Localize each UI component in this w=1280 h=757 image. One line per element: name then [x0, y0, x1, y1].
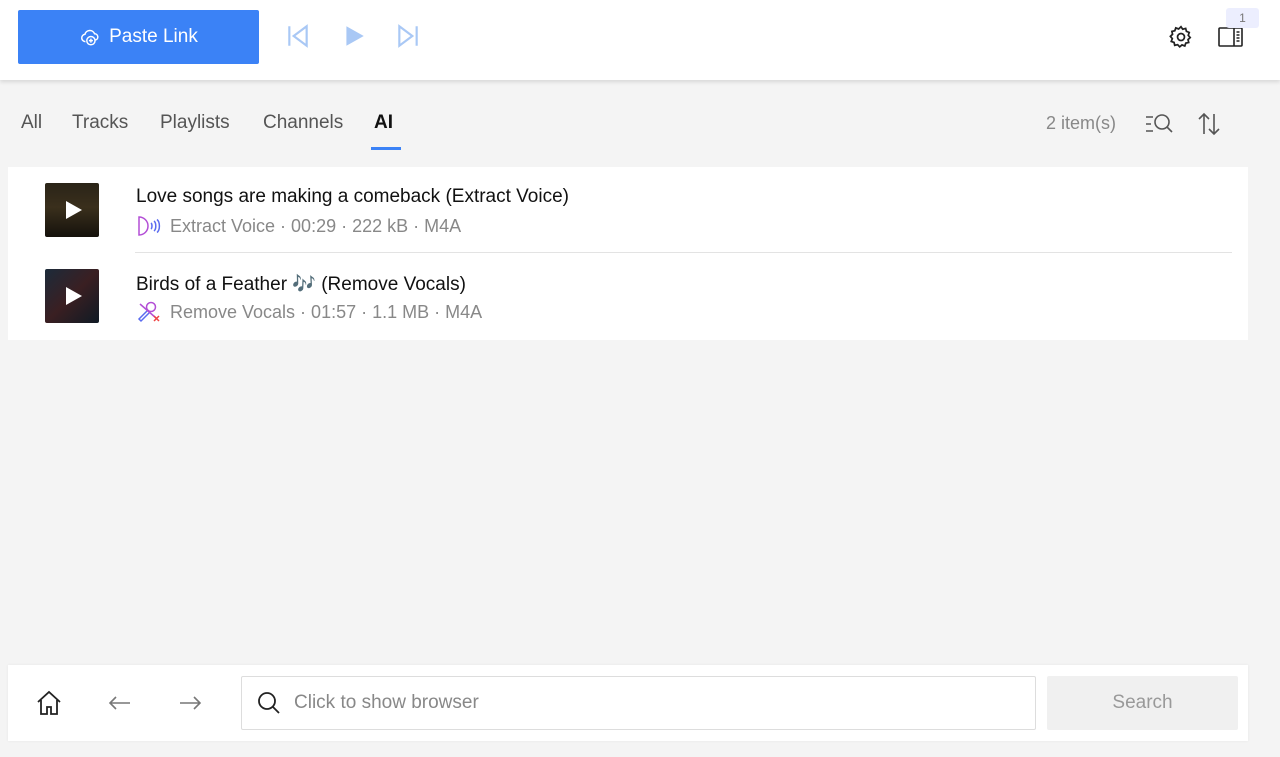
- gear-icon: [1169, 25, 1192, 49]
- track-meta-text: Extract Voice · 00:29 · 222 kB · M4A: [170, 215, 462, 236]
- forward-button[interactable]: [176, 689, 204, 717]
- cloud-add-icon: [81, 29, 99, 46]
- play-icon: [66, 201, 82, 219]
- remove-vocals-icon: [137, 301, 160, 323]
- tab-playlists[interactable]: Playlists: [160, 112, 230, 134]
- track-meta-text: Remove Vocals · 01:57 · 1.1 MB · M4A: [170, 301, 483, 322]
- media-list: Love songs are making a comeback (Extrac…: [8, 167, 1248, 340]
- arrow-right-icon: [180, 696, 202, 710]
- home-button[interactable]: [35, 689, 63, 717]
- back-button[interactable]: [106, 689, 134, 717]
- paste-link-label: Paste Link: [109, 26, 198, 47]
- tab-channels[interactable]: Channels: [263, 112, 343, 134]
- tab-ai[interactable]: AI: [374, 112, 393, 134]
- home-icon: [37, 690, 61, 715]
- tab-tracks[interactable]: Tracks: [72, 112, 128, 134]
- track-title: Birds of a Feather 🎶 (Remove Vocals): [136, 274, 466, 295]
- previous-track-button[interactable]: [285, 23, 311, 49]
- track-meta: Remove Vocals · 01:57 · 1.1 MB · M4A: [136, 300, 482, 324]
- sort-button[interactable]: [1196, 111, 1222, 137]
- search-filter-button[interactable]: [1144, 111, 1174, 137]
- tab-all[interactable]: All: [21, 112, 42, 134]
- play-icon: [346, 26, 364, 46]
- list-item[interactable]: Birds of a Feather 🎶 (Remove Vocals) Rem…: [8, 253, 1248, 339]
- download-count-badge: 1: [1226, 8, 1259, 28]
- extract-voice-icon: [138, 216, 161, 236]
- arrow-left-icon: [108, 696, 130, 710]
- browser-bar: Click to show browser Search: [8, 665, 1248, 741]
- top-toolbar: Paste Link 1: [0, 0, 1280, 80]
- next-track-button[interactable]: [395, 23, 421, 49]
- active-tab-indicator: [371, 147, 401, 150]
- item-count: 2 item(s): [1046, 113, 1117, 133]
- settings-button[interactable]: [1168, 24, 1194, 50]
- search-icon: [258, 692, 280, 714]
- play-button[interactable]: [341, 23, 367, 49]
- track-thumbnail[interactable]: [45, 183, 99, 237]
- play-icon: [66, 287, 82, 305]
- search-placeholder: Click to show browser: [294, 692, 479, 713]
- track-title: Love songs are making a comeback (Extrac…: [136, 186, 569, 207]
- paste-link-button[interactable]: Paste Link: [18, 10, 259, 64]
- skip-previous-icon: [288, 24, 308, 48]
- sort-arrows-icon: [1198, 112, 1220, 136]
- list-item[interactable]: Love songs are making a comeback (Extrac…: [8, 167, 1248, 253]
- track-thumbnail[interactable]: [45, 269, 99, 323]
- list-search-icon: [1146, 114, 1173, 133]
- track-meta: Extract Voice · 00:29 · 222 kB · M4A: [136, 214, 461, 238]
- browser-search-input[interactable]: Click to show browser: [241, 676, 1036, 730]
- search-button[interactable]: Search: [1047, 676, 1238, 730]
- skip-next-icon: [398, 24, 418, 48]
